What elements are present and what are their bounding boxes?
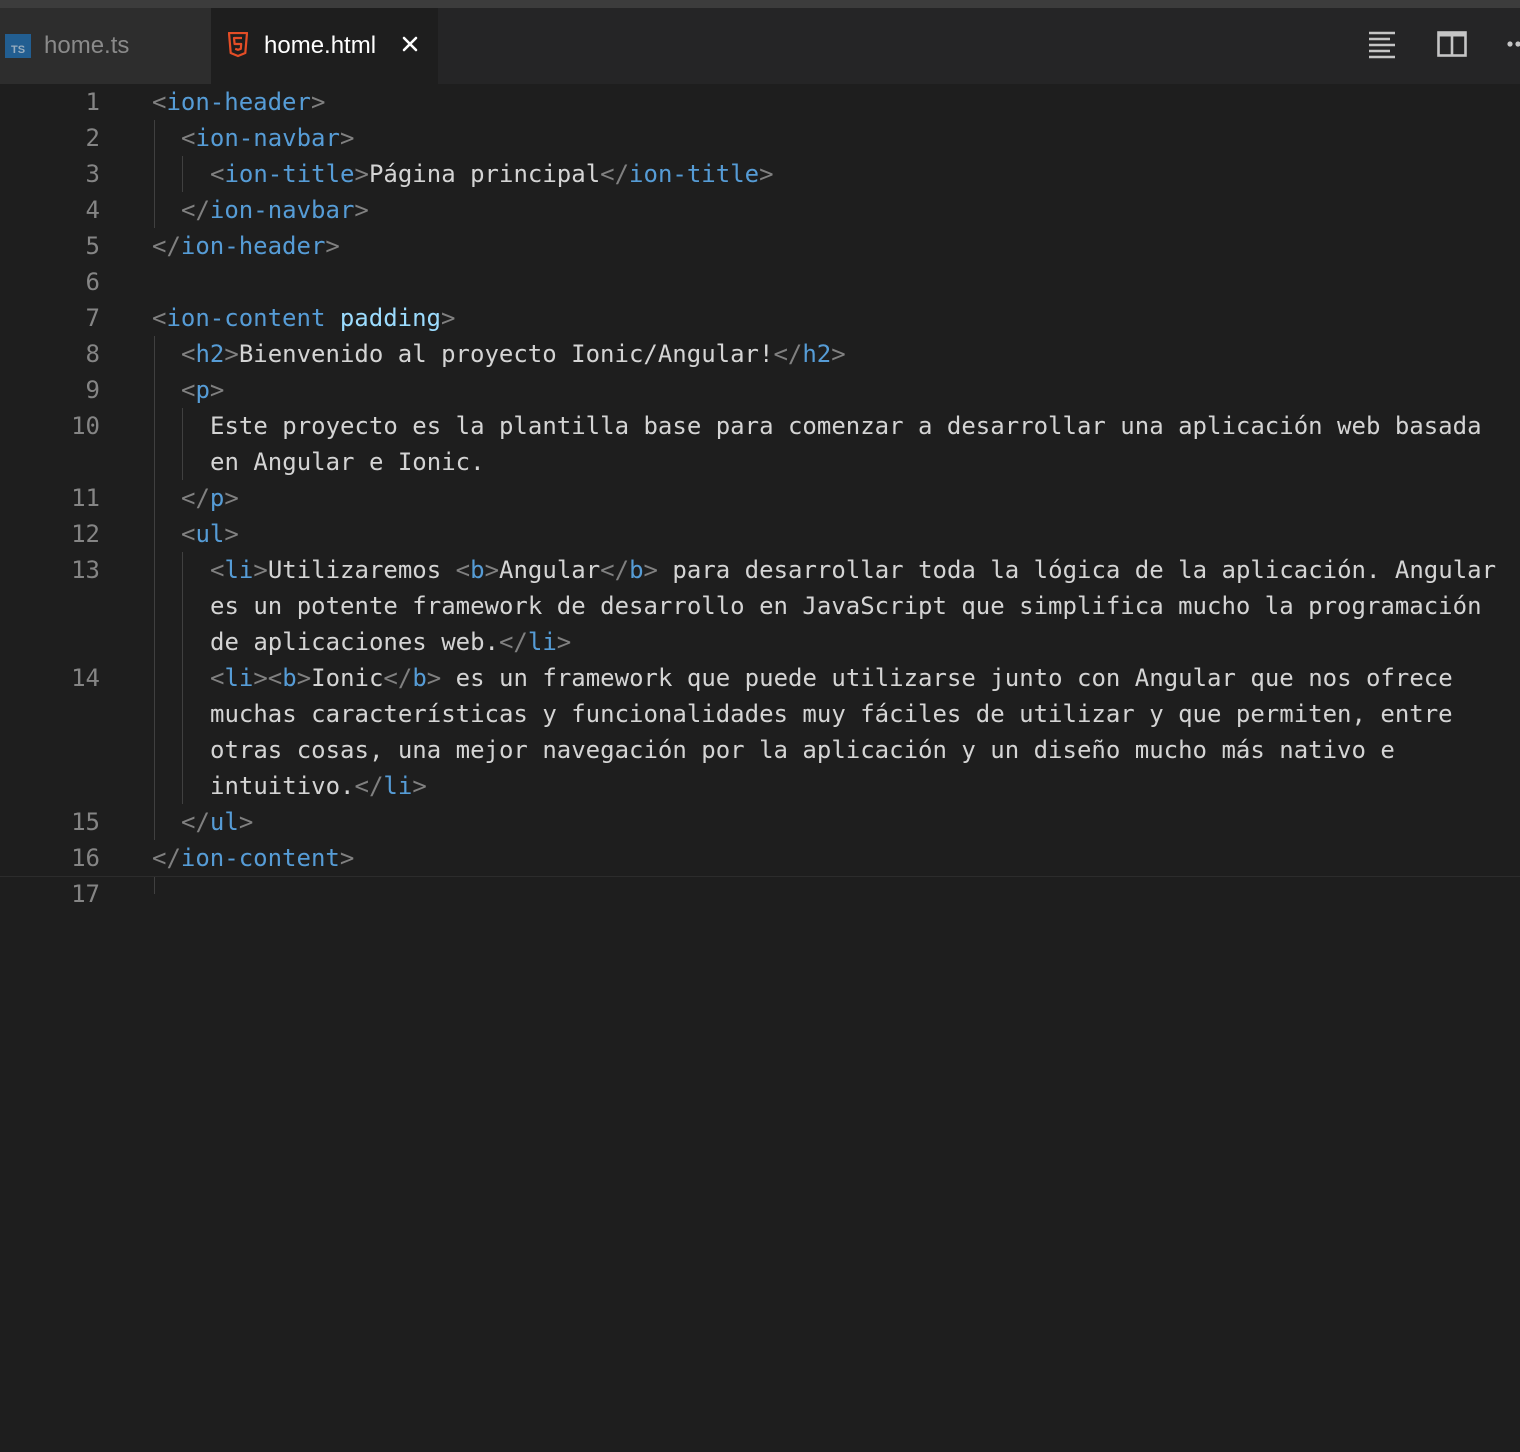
line-number: 5 bbox=[85, 232, 100, 260]
line-number: 12 bbox=[71, 520, 100, 548]
more-actions-icon[interactable] bbox=[1506, 40, 1520, 48]
code-line-wrap: es un potente framework de desarrollo en… bbox=[210, 588, 1482, 624]
tag-name: li bbox=[224, 664, 254, 692]
line-number: 9 bbox=[85, 376, 100, 404]
tag-name: ion-title bbox=[629, 160, 760, 188]
code-line: <h2>Bienvenido al proyecto Ionic/Angular… bbox=[181, 340, 846, 368]
text-content: es un framework que puede utilizarse jun… bbox=[441, 664, 1453, 692]
tag-name: b bbox=[470, 556, 485, 584]
code-line: <li><b>Ionic</b> es un framework que pue… bbox=[210, 664, 1453, 692]
code-line-wrap: de aplicaciones web.</li> bbox=[210, 628, 572, 656]
code-line: <ion-content padding> bbox=[152, 304, 456, 332]
tag-name: ion-content bbox=[180, 844, 340, 872]
tag-name: ion-title bbox=[224, 160, 355, 188]
split-editor-icon[interactable] bbox=[1437, 30, 1467, 58]
tag-name: ion-header bbox=[166, 88, 311, 116]
line-number: 6 bbox=[85, 268, 100, 296]
code-area[interactable]: <ion-header> <ion-navbar> <ion-title>Pág… bbox=[152, 84, 1512, 1452]
code-line-wrap: muchas características y funcionalidades… bbox=[210, 696, 1453, 732]
line-number: 13 bbox=[71, 556, 100, 584]
code-line: </p> bbox=[181, 484, 239, 512]
text-content: en Angular e Ionic. bbox=[210, 448, 485, 476]
editor-actions bbox=[0, 8, 1520, 84]
code-line: </ion-navbar> bbox=[181, 196, 369, 224]
bold-text: Angular bbox=[499, 556, 601, 584]
tag-name: li bbox=[383, 772, 413, 800]
current-line-border bbox=[0, 876, 1520, 877]
line-number: 8 bbox=[85, 340, 100, 368]
code-line: <ul> bbox=[181, 520, 239, 548]
code-line: <ion-navbar> bbox=[181, 124, 355, 152]
code-line: <ion-title>Página principal</ion-title> bbox=[210, 160, 774, 188]
line-number: 17 bbox=[71, 880, 100, 908]
text-content: Este proyecto es la plantilla base para … bbox=[210, 412, 1482, 440]
text-content: de aplicaciones web. bbox=[210, 628, 499, 656]
line-number: 4 bbox=[85, 196, 100, 224]
tag-name: p bbox=[209, 484, 225, 512]
tag-name: ion-navbar bbox=[195, 124, 340, 152]
code-line-wrap: otras cosas, una mejor navegación por la… bbox=[210, 732, 1395, 768]
toggle-outline-icon[interactable] bbox=[1368, 30, 1396, 60]
code-line: <p> bbox=[181, 376, 225, 404]
text-content: otras cosas, una mejor navegación por la… bbox=[210, 736, 1395, 764]
line-number: 11 bbox=[71, 484, 100, 512]
line-number: 10 bbox=[71, 412, 100, 440]
line-number: 7 bbox=[85, 304, 100, 332]
text-content: intuitivo. bbox=[210, 772, 355, 800]
tag-name: b bbox=[629, 556, 644, 584]
line-number-gutter: 1 2 3 4 5 6 7 8 9 10 11 12 13 14 15 16 1… bbox=[0, 84, 100, 908]
text-content: muchas características y funcionalidades… bbox=[210, 700, 1453, 728]
line-number: 3 bbox=[85, 160, 100, 188]
bold-text: Ionic bbox=[311, 664, 384, 692]
tag-name: li bbox=[527, 628, 557, 656]
code-line: Este proyecto es la plantilla base para … bbox=[210, 408, 1482, 444]
tag-name: h2 bbox=[802, 340, 832, 368]
text-content: es un potente framework de desarrollo en… bbox=[210, 592, 1482, 620]
text-content: para desarrollar toda la lógica de la ap… bbox=[657, 556, 1497, 584]
tag-name: ion-content bbox=[166, 304, 326, 332]
code-line: <ion-header> bbox=[152, 88, 326, 116]
code-editor[interactable]: 1 2 3 4 5 6 7 8 9 10 11 12 13 14 15 16 1… bbox=[0, 84, 1520, 908]
tag-name: b bbox=[412, 664, 427, 692]
code-line: </ion-header> bbox=[152, 232, 340, 260]
line-number: 15 bbox=[71, 808, 100, 836]
line-number: 2 bbox=[85, 124, 100, 152]
tag-name: p bbox=[195, 376, 210, 404]
text-content: Bienvenido al proyecto Ionic/Angular! bbox=[238, 340, 774, 368]
tag-name: ul bbox=[209, 808, 239, 836]
code-line: <li>Utilizaremos <b>Angular</b> para des… bbox=[210, 556, 1497, 584]
tag-name: li bbox=[224, 556, 254, 584]
tag-name: ul bbox=[195, 520, 225, 548]
attribute-name: padding bbox=[339, 304, 442, 332]
code-line-wrap: intuitivo.</li> bbox=[210, 772, 427, 800]
text-content: Página principal bbox=[368, 160, 601, 188]
code-line: </ul> bbox=[181, 808, 254, 836]
title-strip bbox=[0, 0, 1520, 8]
code-line: </ion-content> bbox=[152, 844, 355, 872]
tag-name: b bbox=[282, 664, 297, 692]
line-number: 14 bbox=[71, 664, 100, 692]
line-number: 1 bbox=[85, 88, 100, 116]
tag-name: ion-header bbox=[180, 232, 326, 260]
line-number: 16 bbox=[71, 844, 100, 872]
code-line-wrap: en Angular e Ionic. bbox=[210, 444, 485, 480]
text-content: Utilizaremos bbox=[267, 556, 456, 584]
tag-name: h2 bbox=[195, 340, 225, 368]
tag-name: ion-navbar bbox=[209, 196, 355, 224]
